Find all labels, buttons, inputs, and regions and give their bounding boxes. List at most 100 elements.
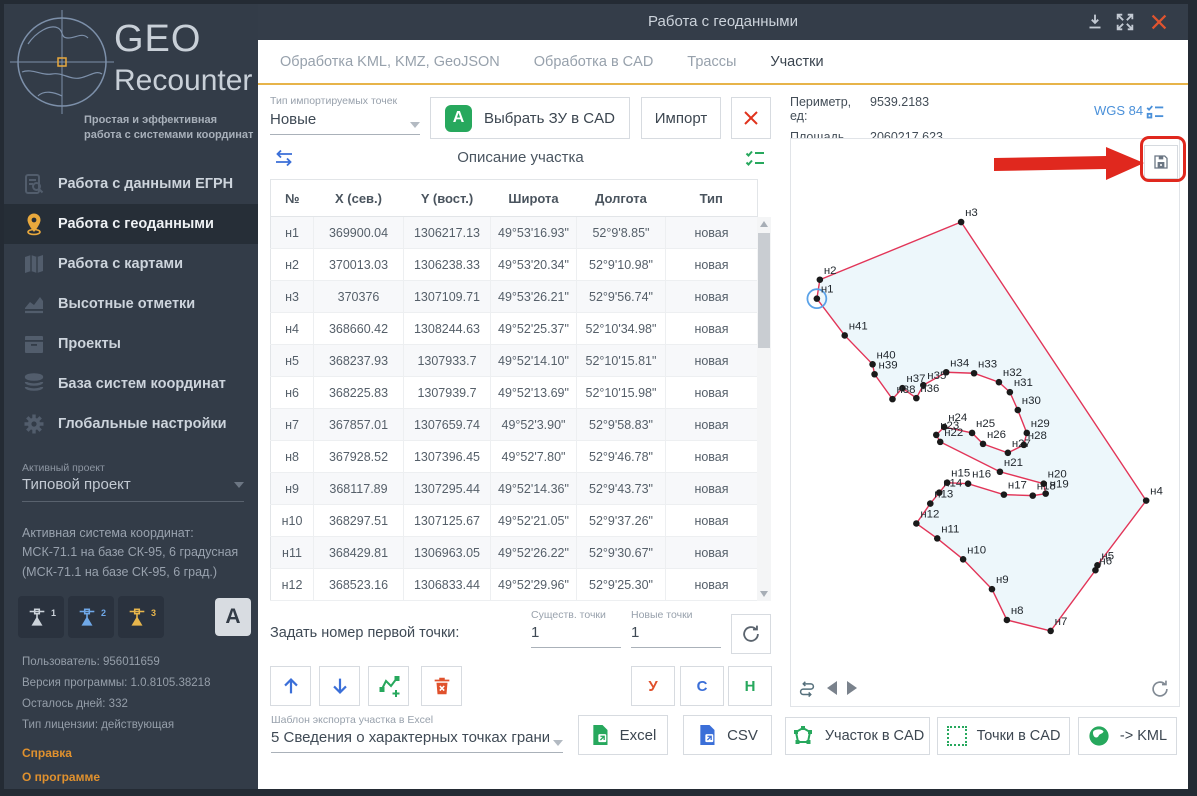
crs-checklist-icon[interactable] xyxy=(1144,101,1166,123)
tab-kml-kmz-geojson[interactable]: Обработка KML, KMZ, GeoJSON xyxy=(280,54,500,70)
col-lon[interactable]: Долгота xyxy=(576,179,666,217)
map-point-н29[interactable] xyxy=(1023,429,1031,437)
table-row[interactable]: н11 368429.81 1306963.05 49°52'26.22" 52°9'3… xyxy=(270,536,758,569)
table-row[interactable]: н7 367857.01 1307659.74 49°52'3.90" 52°9'58.… xyxy=(270,408,758,441)
scroll-up-icon[interactable] xyxy=(757,217,771,231)
letter-n-button[interactable]: Н xyxy=(728,666,772,706)
sidebar-item-global-settings[interactable]: Глобальные настройки xyxy=(4,404,258,444)
map-point-н41[interactable] xyxy=(841,332,849,339)
save-map-button[interactable] xyxy=(1144,145,1178,179)
map-point-н27[interactable] xyxy=(1004,449,1012,457)
move-down-button[interactable] xyxy=(319,666,360,706)
col-y[interactable]: Y (вост.) xyxy=(403,179,491,217)
rotate-map-icon[interactable] xyxy=(1149,678,1171,700)
table-row[interactable]: н10 368297.51 1307125.67 49°52'21.05" 52°9'3… xyxy=(270,504,758,537)
col-lat[interactable]: Широта xyxy=(490,179,577,217)
map-point-н14[interactable] xyxy=(935,489,943,496)
sidebar-item-crs-database[interactable]: База систем координат xyxy=(4,364,258,404)
plot-to-cad-button[interactable]: Участок в CAD xyxy=(785,717,930,755)
map-point-н2[interactable] xyxy=(816,276,824,284)
map-point-н4[interactable] xyxy=(1142,497,1150,504)
export-kml-button[interactable]: -> KML xyxy=(1078,717,1177,755)
table-row[interactable]: н8 367928.52 1307396.45 49°52'7.80" 52°9'46.… xyxy=(270,440,758,473)
col-x[interactable]: X (сев.) xyxy=(313,179,404,217)
map-point-н26[interactable] xyxy=(979,440,987,448)
map-point-н3[interactable] xyxy=(957,218,965,226)
move-up-button[interactable] xyxy=(270,666,311,706)
map-point-н23[interactable] xyxy=(932,431,940,439)
map-point-н39[interactable] xyxy=(871,370,878,378)
map-point-н12[interactable] xyxy=(913,520,920,527)
crs-preset-button-1[interactable]: 1 xyxy=(18,596,64,638)
font-tool-button[interactable]: A xyxy=(215,598,251,636)
map-point-н15[interactable] xyxy=(943,479,951,486)
checklist-icon[interactable] xyxy=(743,146,767,170)
map-point-н40[interactable] xyxy=(869,361,876,368)
tab-cad-processing[interactable]: Обработка в CAD xyxy=(534,54,654,70)
map-point-н18[interactable] xyxy=(1029,492,1037,499)
map-point-н32[interactable] xyxy=(995,378,1003,386)
map-point-н38[interactable] xyxy=(889,395,896,403)
table-row[interactable]: н4 368660.42 1308244.63 49°52'25.37" 52°10'3… xyxy=(270,312,758,345)
crs-preset-button-3[interactable]: 3 xyxy=(118,596,164,638)
about-link[interactable]: О программе xyxy=(22,770,100,784)
export-csv-button[interactable]: CSV xyxy=(683,715,772,755)
table-row[interactable]: н9 368117.89 1307295.44 49°52'14.36" 52°9'43… xyxy=(270,472,758,505)
table-row[interactable]: н5 368237.93 1307933.7 49°52'14.10" 52°10'15… xyxy=(270,344,758,377)
table-row[interactable]: н6 368225.83 1307939.7 49°52'13.69" 52°10'15… xyxy=(270,376,758,409)
sidebar-item-projects[interactable]: Проекты xyxy=(4,324,258,364)
export-template-select[interactable]: Шаблон экспорта участка в Excel 5 Сведен… xyxy=(271,714,563,753)
table-row[interactable]: н2 370013.03 1306238.33 49°53'20.34" 52°9'10… xyxy=(270,248,758,281)
route-direction-icon[interactable] xyxy=(797,678,817,698)
parcel-map-svg[interactable]: н1н2н3н4н5н6н7н8н9н10н11н12н13н14н15 н16н… xyxy=(791,139,1179,706)
maximize-icon[interactable] xyxy=(1114,11,1136,33)
scrollbar-thumb[interactable] xyxy=(758,233,770,348)
table-row[interactable]: н3 370376 1307109.71 49°53'26.21" 52°9'56.74… xyxy=(270,280,758,313)
map-point-н25[interactable] xyxy=(968,429,976,437)
map-point-н7[interactable] xyxy=(1047,627,1054,635)
export-excel-button[interactable]: Excel xyxy=(578,715,668,755)
minimize-icon[interactable] xyxy=(1084,11,1106,33)
map-point-н8[interactable] xyxy=(1003,616,1011,624)
add-vertices-button[interactable] xyxy=(368,666,409,706)
new-points-field[interactable]: Новые точки 1 xyxy=(631,609,721,648)
crs-preset-button-2[interactable]: 2 xyxy=(68,596,114,638)
col-number[interactable]: № xyxy=(270,179,314,217)
select-zu-in-cad-button[interactable]: A Выбрать ЗУ в CAD xyxy=(430,97,630,139)
sidebar-item-maps[interactable]: Работа с картами xyxy=(4,244,258,284)
map-point-н21[interactable] xyxy=(996,468,1004,476)
renumber-button[interactable] xyxy=(731,614,771,654)
map-point-н33[interactable] xyxy=(970,369,978,377)
map-point-н31[interactable] xyxy=(1006,388,1014,396)
sidebar-item-geodata[interactable]: Работа с геоданными xyxy=(4,204,258,244)
map-point-н19[interactable] xyxy=(1042,490,1049,497)
table-scrollbar[interactable] xyxy=(757,217,771,601)
map-point-н20[interactable] xyxy=(1040,480,1047,487)
points-to-cad-button[interactable]: Точки в CAD xyxy=(937,717,1070,755)
import-button[interactable]: Импорт xyxy=(641,97,721,139)
map-point-н6[interactable] xyxy=(1092,566,1099,574)
close-icon[interactable] xyxy=(1148,11,1170,33)
map-point-н10[interactable] xyxy=(959,556,967,563)
col-type[interactable]: Тип xyxy=(665,179,758,217)
table-row[interactable]: н1 369900.04 1306217.13 49°53'16.93" 52°9'8.… xyxy=(270,216,758,249)
sidebar-item-elevations[interactable]: Высотные отметки xyxy=(4,284,258,324)
map-point-н30[interactable] xyxy=(1014,406,1022,414)
existing-points-field[interactable]: Существ. точки 1 xyxy=(531,609,621,648)
map-panel[interactable]: н1 н2 н3 н4 н5 н6 н7 н8 н9 н10 н11 н12 н13 н14 н15 н16 н… xyxy=(790,138,1180,707)
letter-s-button[interactable]: С xyxy=(680,666,724,706)
scroll-down-icon[interactable] xyxy=(757,587,771,601)
table-row[interactable]: н12 368523.16 1306833.44 49°52'29.96" 52°9'2… xyxy=(270,568,758,601)
map-point-н9[interactable] xyxy=(988,585,996,593)
help-link[interactable]: Справка xyxy=(22,746,72,760)
next-point-icon[interactable] xyxy=(847,681,857,695)
letter-u-button[interactable]: У xyxy=(631,666,675,706)
delete-points-button[interactable] xyxy=(421,666,462,706)
map-point-н24[interactable] xyxy=(940,423,948,431)
map-point-н28[interactable] xyxy=(1020,441,1028,449)
map-point-н1[interactable] xyxy=(813,295,821,302)
map-point-н11[interactable] xyxy=(933,535,941,542)
prev-point-icon[interactable] xyxy=(827,681,837,695)
tab-routes[interactable]: Трассы xyxy=(687,54,736,70)
point-type-select[interactable]: Тип импортируемых точек Новые xyxy=(270,95,420,135)
